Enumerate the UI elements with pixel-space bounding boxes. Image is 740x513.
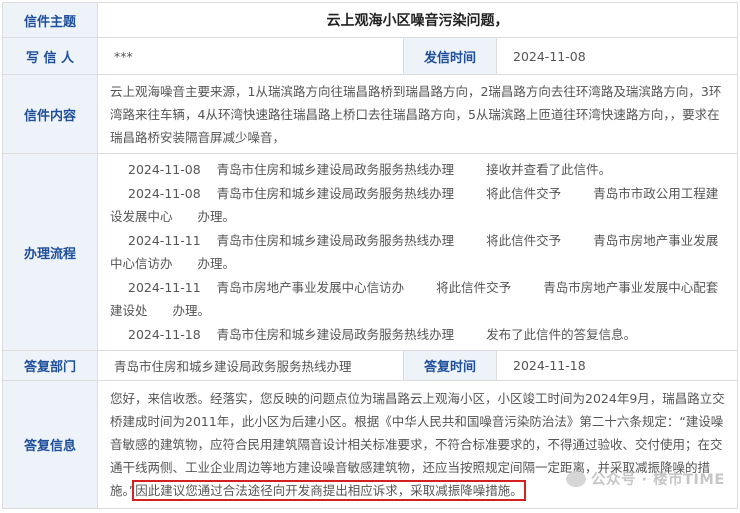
label-subject: 信件主题 (2, 2, 98, 38)
letter-send-time: 2024-11-08 (496, 37, 738, 75)
letter-writer: *** (97, 37, 404, 75)
letter-subject: 云上观海小区噪音污染问题， (97, 2, 738, 38)
watermark: 公众号 · 楼市TIME (566, 468, 725, 489)
step-action: 发布了此信件的答复信息。 (486, 326, 637, 342)
step-target: 青岛市房地产事业发展中心配套建设处 办理。 (110, 279, 719, 319)
label-dept: 答复部门 (2, 350, 98, 381)
step-date: 2024-11-11 (128, 232, 201, 248)
process-step: 2024-11-11 青岛市房地产事业发展中心信访办 将此信件交予 青岛市房地产事业发… (110, 276, 725, 323)
reply-text-cell: 您好，来信收悉。经落实，您反映的问题点位为瑞昌路云上观海小区，小区竣工时间为20… (97, 380, 738, 509)
step-date: 2024-11-08 (128, 185, 201, 201)
step-action: 接收并查看了此信件。 (486, 162, 612, 177)
letter-content: 云上观海噪音主要来源，1从瑞滨路方向往瑞昌路桥到瑞昌路方向，2瑞昌路方向去往环湾… (97, 74, 738, 154)
wechat-icon (566, 471, 586, 487)
label-reply-time: 答复时间 (403, 350, 497, 381)
label-send-time: 发信时间 (403, 37, 497, 75)
row-reply-dept: 答复部门 青岛市住房和城乡建设局政务服务热线办理 答复时间 2024-11-18 (2, 350, 738, 381)
step-date: 2024-11-08 (128, 162, 201, 177)
row-content: 信件内容 云上观海噪音主要来源，1从瑞滨路方向往瑞昌路桥到瑞昌路方向，2瑞昌路方… (2, 74, 738, 154)
step-action: 将此信件交予 (486, 185, 562, 201)
reply-time: 2024-11-18 (496, 350, 738, 381)
step-actor: 青岛市住房和城乡建设局政务服务热线办理 (216, 326, 455, 342)
reply-highlight: 因此建议您通过合法途径向开发商提出相应诉求，采取减振降噪措施。 (132, 480, 526, 501)
step-date: 2024-11-11 (128, 279, 201, 295)
step-date: 2024-11-18 (128, 326, 201, 342)
process-list: 2024-11-08 青岛市住房和城乡建设局政务服务热线办理 接收并查看了此信件。 … (97, 153, 738, 351)
step-action: 将此信件交予 (436, 279, 512, 295)
step-actor: 青岛市住房和城乡建设局政务服务热线办理 (216, 162, 455, 177)
step-actor: 青岛市住房和城乡建设局政务服务热线办理 (216, 232, 455, 248)
row-subject: 信件主题 云上观海小区噪音污染问题， (2, 2, 738, 38)
process-step: 2024-11-08 青岛市住房和城乡建设局政务服务热线办理 将此信件交予 青岛市市政… (110, 182, 725, 229)
process-step: 2024-11-18 青岛市住房和城乡建设局政务服务热线办理 发布了此信件的答复信息… (110, 323, 725, 347)
process-step: 2024-11-08 青岛市住房和城乡建设局政务服务热线办理 接收并查看了此信件。 (110, 158, 725, 182)
step-actor: 青岛市住房和城乡建设局政务服务热线办理 (216, 185, 455, 201)
process-step: 2024-11-11 青岛市住房和城乡建设局政务服务热线办理 将此信件交予 青岛市房地… (110, 229, 725, 276)
letter-detail-table: 信件主题 云上观海小区噪音污染问题， 写 信 人 *** 发信时间 2024-1… (2, 2, 738, 509)
label-process: 办理流程 (2, 153, 98, 351)
label-reply: 答复信息 (2, 380, 98, 509)
label-content: 信件内容 (2, 74, 98, 154)
label-writer: 写 信 人 (2, 37, 98, 75)
row-writer: 写 信 人 *** 发信时间 2024-11-08 (2, 37, 738, 75)
step-action: 将此信件交予 (486, 232, 562, 248)
row-process: 办理流程 2024-11-08 青岛市住房和城乡建设局政务服务热线办理 接收并查看了… (2, 153, 738, 351)
step-actor: 青岛市房地产事业发展中心信访办 (216, 279, 405, 295)
row-reply: 答复信息 您好，来信收悉。经落实，您反映的问题点位为瑞昌路云上观海小区，小区竣工… (2, 380, 738, 509)
reply-dept: 青岛市住房和城乡建设局政务服务热线办理 (97, 350, 404, 381)
watermark-text: 公众号 · 楼市TIME (591, 472, 725, 488)
